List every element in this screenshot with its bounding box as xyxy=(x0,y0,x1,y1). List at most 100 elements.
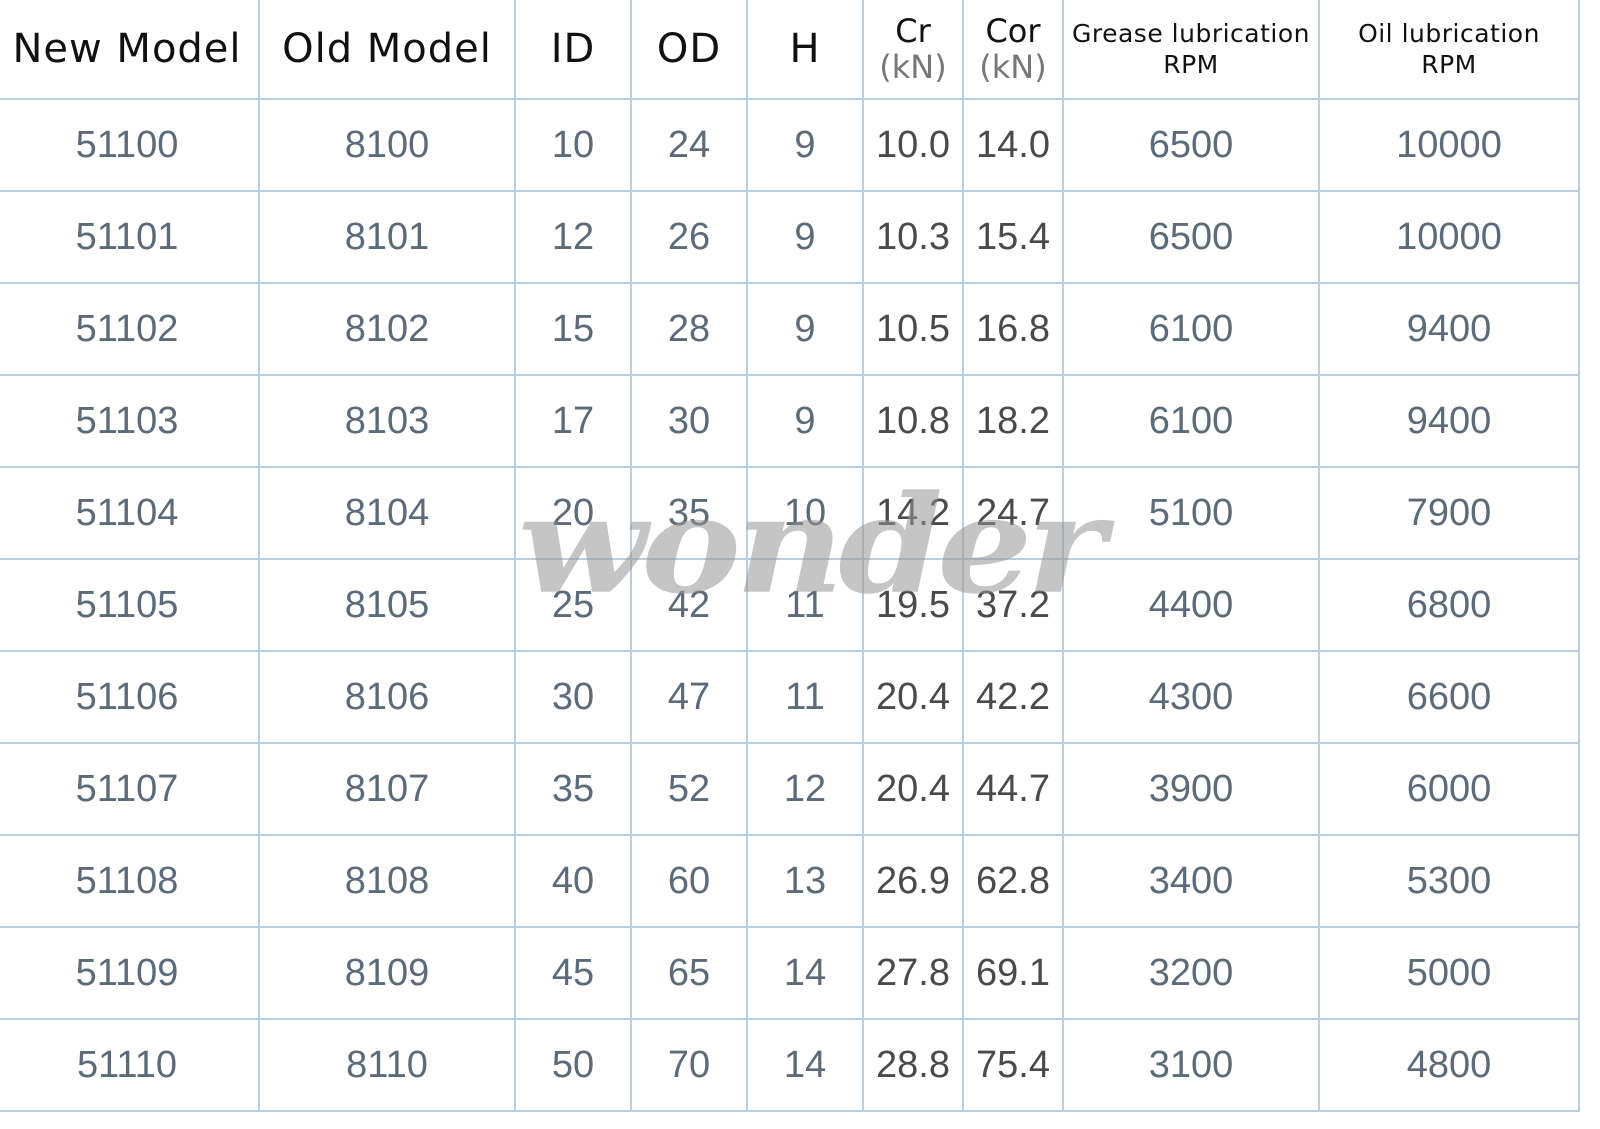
cell-old-model: 8101 xyxy=(258,190,516,284)
table-row: 51105 8105 25 42 11 19.5 37.2 4400 6800 xyxy=(0,558,1580,652)
cell-oil-rpm: 6600 xyxy=(1318,650,1580,744)
header-id: ID xyxy=(514,0,632,100)
cell-od: 26 xyxy=(630,190,748,284)
cell-id: 35 xyxy=(514,742,632,836)
cell-h: 11 xyxy=(746,558,864,652)
cell-old-model: 8103 xyxy=(258,374,516,468)
cell-od: 47 xyxy=(630,650,748,744)
header-grease-line1: Grease lubrication xyxy=(1072,19,1310,48)
table-body: 51100 8100 10 24 9 10.0 14.0 6500 10000 51101 8101… xyxy=(0,98,1580,1112)
header-oil-line2: RPM xyxy=(1421,50,1477,79)
cell-cr: 14.2 xyxy=(862,466,964,560)
cell-oil-rpm: 9400 xyxy=(1318,282,1580,376)
header-grease-rpm: Grease lubrication RPM xyxy=(1062,0,1320,100)
header-od: OD xyxy=(630,0,748,100)
cell-new-model: 51108 xyxy=(0,834,260,928)
cell-new-model: 51105 xyxy=(0,558,260,652)
cell-cor: 69.1 xyxy=(962,926,1064,1020)
cell-grease-rpm: 3400 xyxy=(1062,834,1320,928)
cell-cor: 15.4 xyxy=(962,190,1064,284)
cell-grease-rpm: 6500 xyxy=(1062,98,1320,192)
cell-cr: 27.8 xyxy=(862,926,964,1020)
cell-cor: 18.2 xyxy=(962,374,1064,468)
cell-id: 25 xyxy=(514,558,632,652)
cell-h: 12 xyxy=(746,742,864,836)
cell-od: 42 xyxy=(630,558,748,652)
cell-od: 60 xyxy=(630,834,748,928)
cell-cr: 28.8 xyxy=(862,1018,964,1112)
cell-old-model: 8109 xyxy=(258,926,516,1020)
cell-h: 9 xyxy=(746,98,864,192)
cell-cr: 20.4 xyxy=(862,742,964,836)
cell-id: 17 xyxy=(514,374,632,468)
cell-grease-rpm: 6100 xyxy=(1062,374,1320,468)
cell-grease-rpm: 6100 xyxy=(1062,282,1320,376)
cell-od: 24 xyxy=(630,98,748,192)
cell-h: 14 xyxy=(746,1018,864,1112)
cell-od: 65 xyxy=(630,926,748,1020)
header-h: H xyxy=(746,0,864,100)
cell-h: 9 xyxy=(746,282,864,376)
table-row: 51106 8106 30 47 11 20.4 42.2 4300 6600 xyxy=(0,650,1580,744)
cell-cor: 16.8 xyxy=(962,282,1064,376)
table-row: 51109 8109 45 65 14 27.8 69.1 3200 5000 xyxy=(0,926,1580,1020)
cell-id: 50 xyxy=(514,1018,632,1112)
cell-old-model: 8108 xyxy=(258,834,516,928)
table-row: 51103 8103 17 30 9 10.8 18.2 6100 9400 xyxy=(0,374,1580,468)
cell-cr: 19.5 xyxy=(862,558,964,652)
cell-cr: 10.8 xyxy=(862,374,964,468)
cell-oil-rpm: 4800 xyxy=(1318,1018,1580,1112)
cell-oil-rpm: 7900 xyxy=(1318,466,1580,560)
cell-cr: 20.4 xyxy=(862,650,964,744)
cell-grease-rpm: 4400 xyxy=(1062,558,1320,652)
cell-oil-rpm: 5300 xyxy=(1318,834,1580,928)
cell-new-model: 51104 xyxy=(0,466,260,560)
cell-new-model: 51109 xyxy=(0,926,260,1020)
cell-id: 30 xyxy=(514,650,632,744)
header-cor: Cor (kN) xyxy=(962,0,1064,100)
cell-od: 35 xyxy=(630,466,748,560)
header-oil-line1: Oil lubrication xyxy=(1358,19,1540,48)
cell-new-model: 51101 xyxy=(0,190,260,284)
table-row: 51110 8110 50 70 14 28.8 75.4 3100 4800 xyxy=(0,1018,1580,1112)
cell-cor: 37.2 xyxy=(962,558,1064,652)
header-new-model: New Model xyxy=(0,0,260,100)
table-row: 51101 8101 12 26 9 10.3 15.4 6500 10000 xyxy=(0,190,1580,284)
cell-grease-rpm: 3100 xyxy=(1062,1018,1320,1112)
cell-old-model: 8104 xyxy=(258,466,516,560)
table-row: 51100 8100 10 24 9 10.0 14.0 6500 10000 xyxy=(0,98,1580,192)
cell-cor: 75.4 xyxy=(962,1018,1064,1112)
table-row: 51108 8108 40 60 13 26.9 62.8 3400 5300 xyxy=(0,834,1580,928)
cell-cor: 62.8 xyxy=(962,834,1064,928)
cell-old-model: 8106 xyxy=(258,650,516,744)
cell-oil-rpm: 5000 xyxy=(1318,926,1580,1020)
cell-cor: 14.0 xyxy=(962,98,1064,192)
header-grease-line2: RPM xyxy=(1163,50,1219,79)
cell-grease-rpm: 5100 xyxy=(1062,466,1320,560)
header-cor-unit: (kN) xyxy=(979,48,1047,86)
cell-h: 9 xyxy=(746,374,864,468)
cell-new-model: 51106 xyxy=(0,650,260,744)
header-old-model: Old Model xyxy=(258,0,516,100)
table-row: 51102 8102 15 28 9 10.5 16.8 6100 9400 xyxy=(0,282,1580,376)
cell-grease-rpm: 6500 xyxy=(1062,190,1320,284)
cell-cor: 24.7 xyxy=(962,466,1064,560)
cell-old-model: 8102 xyxy=(258,282,516,376)
cell-id: 10 xyxy=(514,98,632,192)
cell-id: 12 xyxy=(514,190,632,284)
bearing-spec-table: New Model Old Model ID OD H Cr (kN) Cor … xyxy=(0,0,1580,1112)
cell-id: 20 xyxy=(514,466,632,560)
cell-cr: 10.5 xyxy=(862,282,964,376)
cell-od: 28 xyxy=(630,282,748,376)
cell-cr: 10.3 xyxy=(862,190,964,284)
table-row: 51104 8104 20 35 10 14.2 24.7 5100 7900 xyxy=(0,466,1580,560)
cell-id: 15 xyxy=(514,282,632,376)
cell-old-model: 8105 xyxy=(258,558,516,652)
bearing-spec-sheet: New Model Old Model ID OD H Cr (kN) Cor … xyxy=(0,0,1600,1129)
cell-new-model: 51100 xyxy=(0,98,260,192)
cell-h: 10 xyxy=(746,466,864,560)
table-row: 51107 8107 35 52 12 20.4 44.7 3900 6000 xyxy=(0,742,1580,836)
header-cr-unit: (kN) xyxy=(879,48,947,86)
cell-od: 70 xyxy=(630,1018,748,1112)
cell-cor: 42.2 xyxy=(962,650,1064,744)
